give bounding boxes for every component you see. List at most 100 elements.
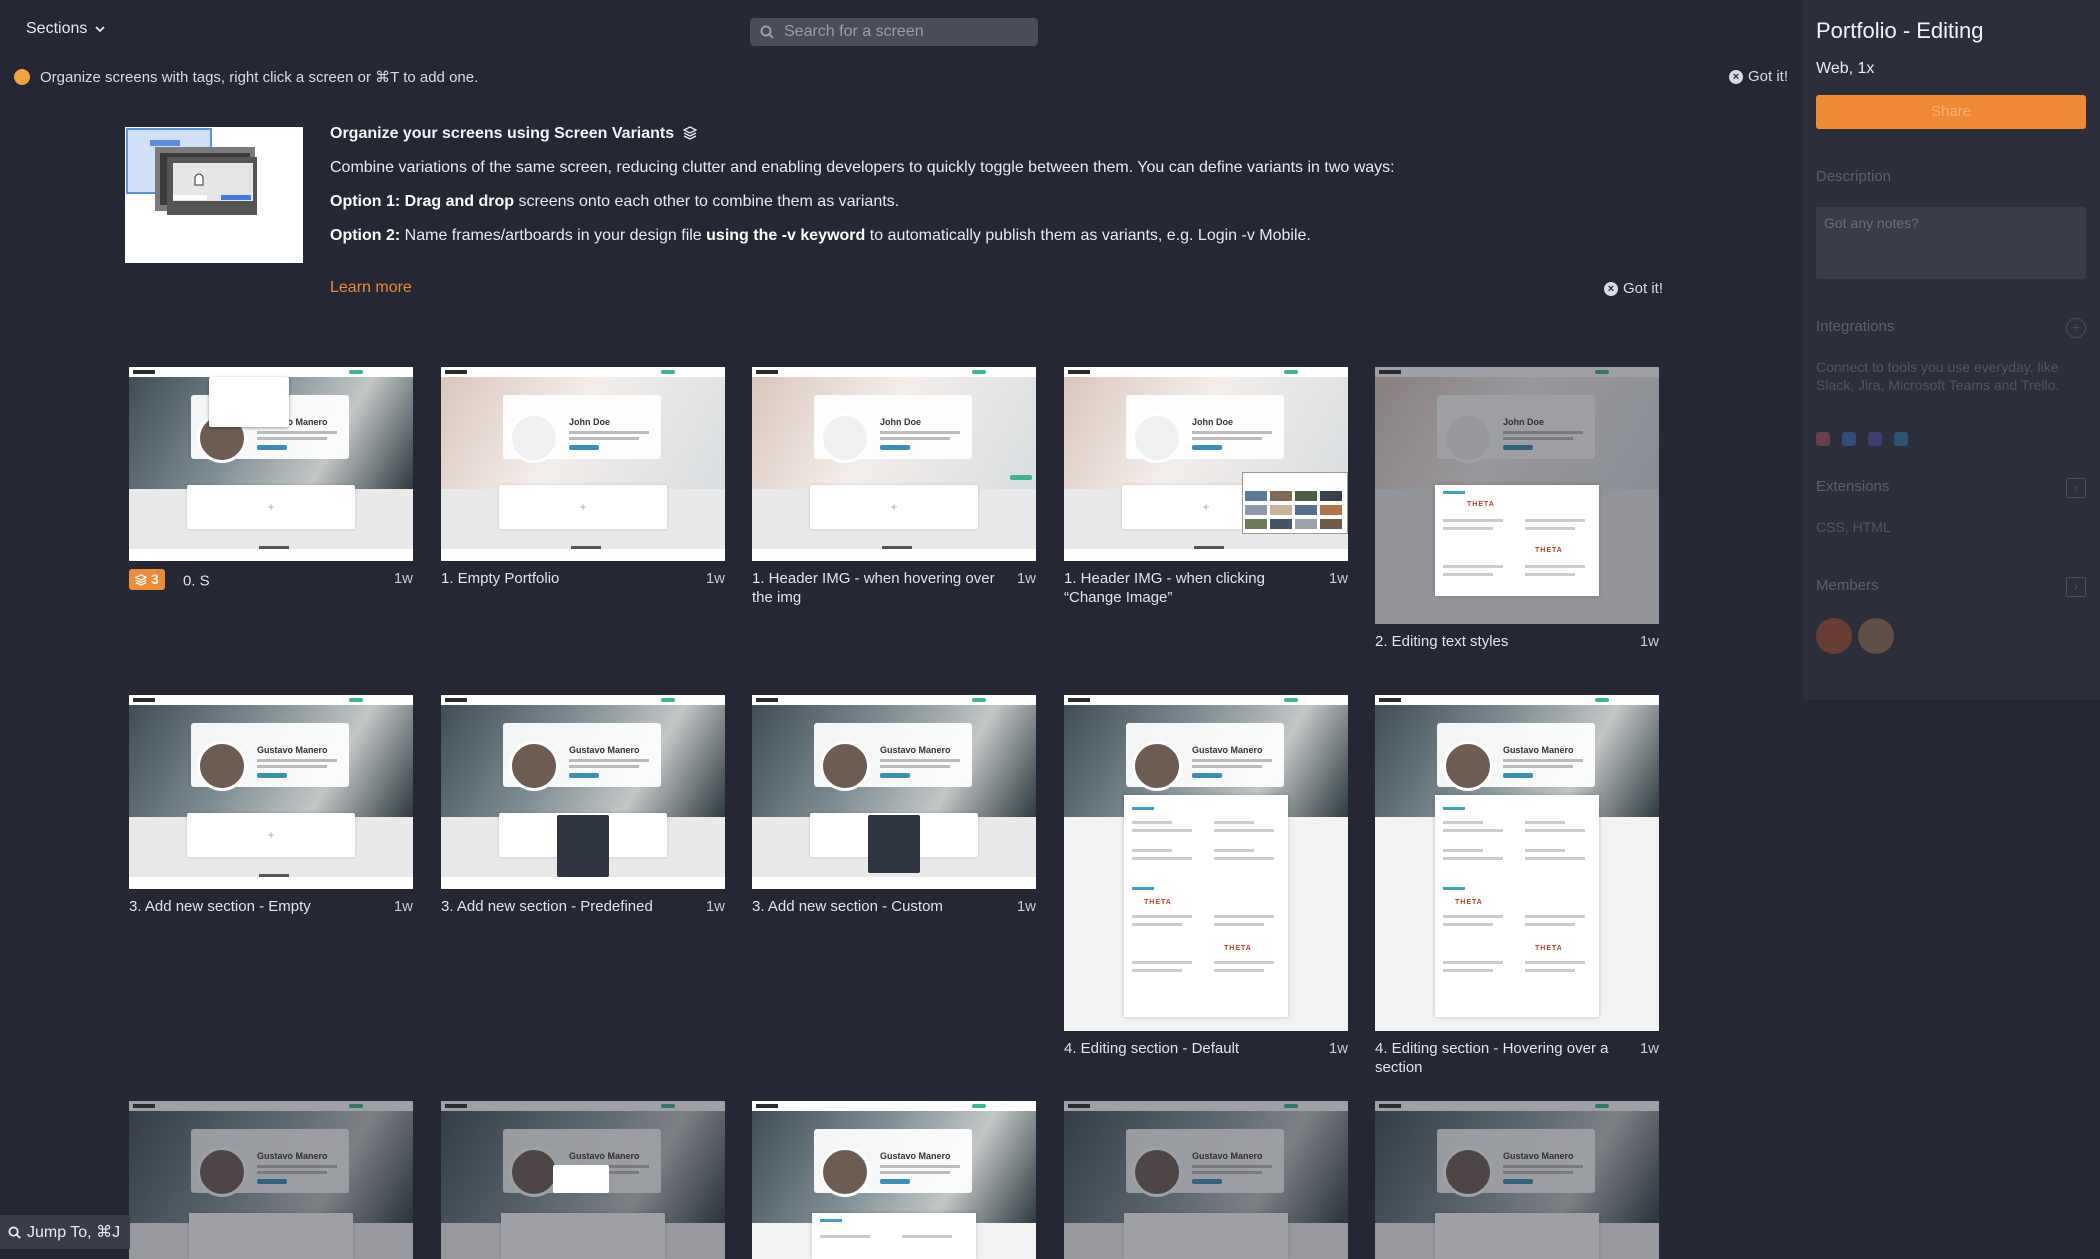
screen-card[interactable]: Gustavo Manero THETA THETA 4. Editing se… [1064,695,1348,1058]
screen-name: 3. Add new section - Custom [752,898,943,915]
screen-card[interactable]: Gustavo Manero [1375,1101,1659,1259]
thumb-person-name: Gustavo Manero [257,745,328,755]
member-avatar[interactable] [1816,618,1852,654]
members-arrow-icon[interactable]: › [2066,577,2086,597]
variants-option-1: Option 1: Drag and drop screens onto eac… [330,193,899,211]
screen-age: 1w [705,570,725,587]
screen-thumbnail[interactable]: John Doe [752,367,1036,561]
screen-age: 1w [1639,1040,1659,1057]
extensions-arrow-icon[interactable]: › [2066,478,2086,498]
thumb-theta: THETA [1224,945,1252,952]
screen-thumbnail[interactable]: Gustavo Manero [1064,1101,1348,1259]
teams-icon[interactable] [1868,432,1882,446]
screen-thumbnail[interactable]: John Doe THETA THETA [1375,367,1659,624]
thumb-theta: THETA [1455,899,1483,906]
variants-title-text: Organize your screens using Screen Varia… [330,125,675,142]
screen-thumbnail[interactable]: Gustavo Manero [441,695,725,889]
screen-card[interactable]: Gustavo Manero [441,1101,725,1259]
screen-caption: 3 0. S 1w [129,569,413,591]
screen-card[interactable]: Gustavo Manero [752,1101,1036,1259]
hand-emoji-icon [14,69,30,85]
screen-thumbnail[interactable]: John Doe [1064,367,1348,561]
layers-icon [682,126,698,140]
screen-card[interactable]: John Doe 1. Header IMG - when hovering o… [752,367,1036,607]
thumb-person-name: John Doe [569,417,611,427]
variants-badge[interactable]: 3 [129,569,165,590]
thumb-theta: THETA [1535,547,1563,554]
member-avatar[interactable] [1858,618,1894,654]
jump-to-button[interactable]: Jump To, ⌘J [0,1215,130,1249]
thumb-theta: THETA [1467,501,1495,508]
option-2-rest: to automatically publish them as variant… [869,227,1311,244]
variants-description: Combine variations of the same screen, r… [330,159,1395,176]
screen-age: 1w [393,898,413,915]
platform-label: Web, 1x [1816,60,1875,77]
screen-thumbnail[interactable]: Gustavo Manero [752,1101,1036,1259]
screen-caption: 4. Editing section - Default 1w [1064,1039,1348,1058]
thumb-person-name: Gustavo Manero [1503,745,1574,755]
slack-icon[interactable] [1816,432,1830,446]
screen-name: 0. S [182,572,210,590]
screen-card[interactable]: Gustavo Manero 3. Add new section - Empt… [129,695,413,916]
layers-icon [135,573,147,586]
learn-more-link[interactable]: Learn more [330,279,412,297]
screen-caption: 3. Add new section - Custom 1w [752,897,1036,916]
thumb-theta: THETA [1144,899,1172,906]
screen-name: 2. Editing text styles [1375,633,1509,650]
search-box[interactable] [750,18,1038,46]
screen-age: 1w [1639,633,1659,650]
search-input[interactable] [782,22,1026,42]
screen-caption: 1. Empty Portfolio 1w [441,569,725,588]
members-label: Members [1816,577,1879,594]
tip-got-it-button[interactable]: × Got it! [1729,68,1788,85]
screen-name: 1. Header IMG - when clicking “Change Im… [1064,570,1265,606]
screen-card[interactable]: John Doe THETA THETA 2. Editing text sty… [1375,367,1659,651]
variants-got-it-label: Got it! [1623,280,1664,297]
jira-icon[interactable] [1842,432,1856,446]
screen-caption: 1. Header IMG - when clicking “Change Im… [1064,569,1348,607]
option-2-bold: using the -v keyword [706,227,866,244]
option-1-label: Option 1: [330,193,401,210]
variants-option-2: Option 2: Name frames/artboards in your … [330,227,1311,245]
description-label: Description [1816,168,1892,185]
project-title: Portfolio - Editing [1816,18,1984,43]
screen-card[interactable]: John Doe 1. Header IMG - when clicking “… [1064,367,1348,607]
tip-got-it-label: Got it! [1748,68,1789,85]
screen-card[interactable]: Gustavo Manero [1064,1101,1348,1259]
screen-name: 4. Editing section - Default [1064,1040,1240,1057]
screen-card[interactable]: John Doe 1. Empty Portfolio 1w [441,367,725,588]
screen-thumbnail[interactable]: John Doe [441,367,725,561]
screen-thumbnail[interactable]: Gustavo Manero [129,1101,413,1259]
sections-label: Sections [26,20,88,37]
option-2-label: Option 2: [330,227,401,244]
screen-thumbnail[interactable]: Gustavo Manero THETA THETA [1064,695,1348,1031]
screen-thumbnail[interactable]: Gustavo Manero [1375,1101,1659,1259]
thumb-person-name: John Doe [880,417,922,427]
screen-card[interactable]: Gustavo Manero 3 0. S 1w [129,367,413,591]
screen-caption: 3. Add new section - Predefined 1w [441,897,725,916]
screen-card[interactable]: Gustavo Manero 3. Add new section - Cust… [752,695,1036,916]
screen-card[interactable]: Gustavo Manero THETA THETA 4. Editing se… [1375,695,1659,1077]
add-integration-icon[interactable]: + [2066,318,2086,338]
thumb-person-name: Gustavo Manero [569,745,640,755]
screen-thumbnail[interactable]: Gustavo Manero [441,1101,725,1259]
variants-got-it-button[interactable]: × Got it! [1604,280,1663,297]
sections-dropdown[interactable]: Sections [26,20,106,38]
screen-thumbnail[interactable]: Gustavo Manero [129,695,413,889]
screen-name-wrap: 3 0. S [129,569,394,591]
jump-to-label: Jump To, ⌘J [27,1224,121,1241]
share-button[interactable]: Share [1816,95,2086,129]
screen-thumbnail[interactable]: Gustavo Manero [129,367,413,561]
image-picker [1242,472,1348,534]
screen-thumbnail[interactable]: Gustavo Manero [752,695,1036,889]
top-bar: Sections [0,0,1803,62]
screen-age: 1w [393,570,413,587]
screen-card[interactable]: Gustavo Manero [129,1101,413,1259]
tags-tip-text: Organize screens with tags, right click … [40,69,479,86]
description-field[interactable] [1816,207,2086,279]
screen-thumbnail[interactable]: Gustavo Manero THETA THETA [1375,695,1659,1031]
trello-icon[interactable] [1894,432,1908,446]
screen-caption: 4. Editing section - Hovering over a sec… [1375,1039,1659,1077]
screen-card[interactable]: Gustavo Manero 3. Add new section - Pred… [441,695,725,916]
integrations-label: Integrations [1816,318,1895,335]
